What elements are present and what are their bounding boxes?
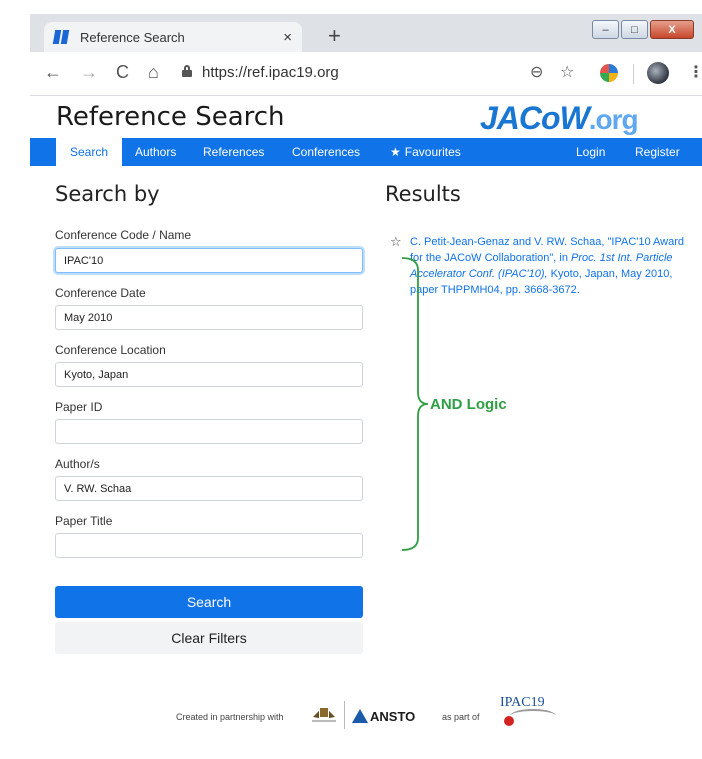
paper-title-label: Paper Title <box>55 514 113 528</box>
browser-tab-strip: Reference Search × + – □ X <box>30 14 702 52</box>
reload-icon[interactable]: C <box>116 62 129 83</box>
and-logic-label: AND Logic <box>430 396 507 413</box>
footer-as-part-of: as part of <box>442 712 480 722</box>
browser-menu-icon[interactable]: ⋮ <box>688 62 702 82</box>
home-icon[interactable]: ⌂ <box>148 62 159 83</box>
results-heading: Results <box>385 182 461 206</box>
conference-code-input[interactable] <box>55 248 363 273</box>
conference-date-label: Conference Date <box>55 286 146 300</box>
nav-authors[interactable]: Authors <box>135 138 176 166</box>
toolbar-divider <box>633 64 634 84</box>
clear-filters-button[interactable]: Clear Filters <box>55 622 363 654</box>
footer-divider <box>344 701 345 729</box>
ipac19-swoosh-icon <box>510 709 556 723</box>
minimize-button[interactable]: – <box>592 20 619 39</box>
window-controls: – □ X <box>592 20 694 39</box>
nav-search[interactable]: Search <box>56 138 123 166</box>
ipac19-ball-icon <box>504 716 514 726</box>
maximize-button[interactable]: □ <box>621 20 648 39</box>
paper-title-input[interactable] <box>55 533 363 558</box>
nav-favourites-label: Favourites <box>404 145 461 159</box>
ansto-logo-icon <box>352 709 368 723</box>
authors-input[interactable] <box>55 476 363 501</box>
result-citation[interactable]: C. Petit-Jean-Genaz and V. RW. Schaa, "I… <box>410 234 690 298</box>
bookmark-star-icon[interactable]: ☆ <box>560 62 574 82</box>
page: Reference Search JACoW.org Search Author… <box>30 96 702 732</box>
tab-title: Reference Search <box>80 29 185 45</box>
extension-icon[interactable] <box>600 64 618 82</box>
paper-id-label: Paper ID <box>55 400 103 414</box>
zoom-icon[interactable]: ⊖ <box>530 62 543 82</box>
browser-toolbar: ← → C ⌂ https://ref.ipac19.org ⊖ ☆ ⋮ <box>30 52 702 96</box>
nav-conferences[interactable]: Conferences <box>292 138 360 166</box>
close-window-button[interactable]: X <box>650 20 694 39</box>
nav-login[interactable]: Login <box>576 138 605 166</box>
brand-main: JACoW <box>480 100 590 136</box>
back-arrow-icon[interactable]: ← <box>44 62 62 83</box>
brand-suffix: .org <box>588 104 639 135</box>
star-icon: ★ <box>390 145 401 159</box>
search-button[interactable]: Search <box>55 586 363 618</box>
page-title: Reference Search <box>56 102 285 132</box>
profile-avatar[interactable] <box>647 62 669 84</box>
authors-label: Author/s <box>55 457 100 471</box>
footer: Created in partnership with ANSTO as par… <box>30 695 702 731</box>
ansto-logo-text[interactable]: ANSTO <box>370 709 415 724</box>
tab-close-icon[interactable]: × <box>283 29 292 46</box>
favourite-star-icon[interactable]: ☆ <box>390 234 402 250</box>
nav-register[interactable]: Register <box>635 138 680 166</box>
paper-id-input[interactable] <box>55 419 363 444</box>
nav-references[interactable]: References <box>203 138 264 166</box>
australian-government-crest-icon <box>312 708 336 722</box>
browser-tab[interactable]: Reference Search × <box>44 22 302 52</box>
new-tab-button[interactable]: + <box>328 22 341 50</box>
conference-location-label: Conference Location <box>55 343 166 357</box>
address-bar[interactable]: https://ref.ipac19.org <box>202 64 339 81</box>
conference-date-input[interactable] <box>55 305 363 330</box>
main-navbar: Search Authors References Conferences ★ F… <box>30 138 702 166</box>
conference-code-label: Conference Code / Name <box>55 228 192 242</box>
jacow-favicon-icon <box>52 30 70 44</box>
conference-location-input[interactable] <box>55 362 363 387</box>
jacow-logo[interactable]: JACoW.org <box>480 100 639 137</box>
forward-arrow-icon[interactable]: → <box>80 62 98 83</box>
lock-icon[interactable] <box>182 65 192 77</box>
search-heading: Search by <box>55 182 160 206</box>
footer-credit: Created in partnership with <box>176 712 284 722</box>
nav-favourites[interactable]: ★ Favourites <box>390 138 461 166</box>
